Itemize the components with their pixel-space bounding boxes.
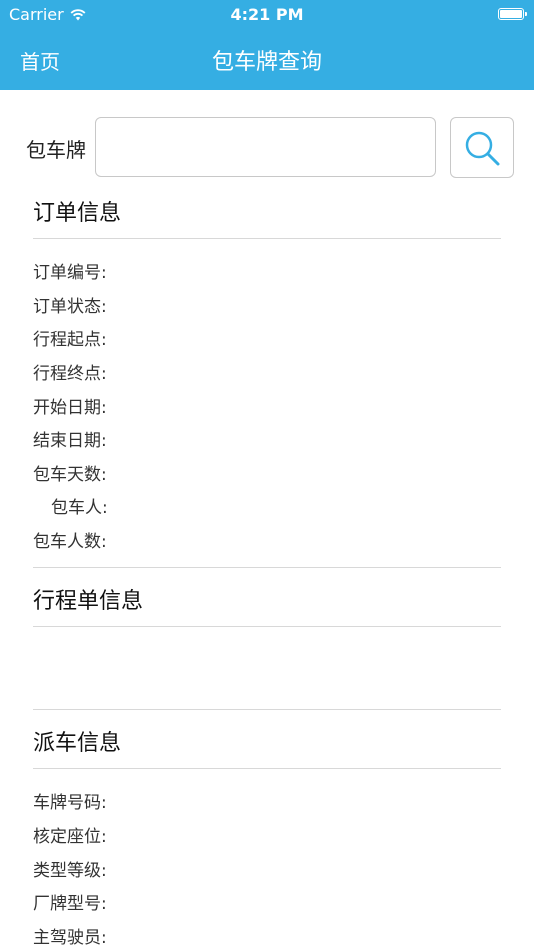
battery-icon <box>498 8 527 20</box>
order-status-label: 订单状态: <box>33 297 107 317</box>
divider <box>33 567 501 568</box>
divider <box>33 709 501 710</box>
trip-end-label: 行程终点: <box>33 364 107 384</box>
divider <box>33 626 501 627</box>
search-button[interactable] <box>450 117 514 178</box>
trip-start-label: 行程起点: <box>33 330 107 350</box>
order-info-title: 订单信息 <box>33 201 122 226</box>
page-title: 包车牌查询 <box>211 50 322 75</box>
order-number-label: 订单编号: <box>33 263 107 283</box>
end-date-label: 结束日期: <box>33 431 107 451</box>
start-date-label: 开始日期: <box>33 398 107 418</box>
passenger-count-label: 包车人数: <box>33 532 107 552</box>
search-row: 包车牌 <box>0 116 534 180</box>
status-bar: Carrier 4:21 PM <box>0 0 534 30</box>
status-time: 4:21 PM <box>230 5 304 24</box>
search-icon <box>465 131 500 165</box>
charter-days-label: 包车天数: <box>33 465 107 485</box>
make-model-label: 厂牌型号: <box>33 894 107 914</box>
dispatch-info-title: 派车信息 <box>33 731 122 756</box>
search-label: 包车牌 <box>26 138 86 162</box>
divider <box>33 238 501 239</box>
rated-seats-label: 核定座位: <box>33 827 107 847</box>
itinerary-info-title: 行程单信息 <box>33 589 144 614</box>
plate-search-input[interactable] <box>95 117 436 177</box>
plate-number-label: 车牌号码: <box>33 793 107 813</box>
navigation-bar: 首页 包车牌查询 <box>0 30 534 90</box>
vehicle-class-label: 类型等级: <box>33 861 107 881</box>
charterer-label: 包车人: <box>51 498 108 518</box>
divider <box>33 768 501 769</box>
main-driver-label: 主驾驶员: <box>33 928 107 948</box>
